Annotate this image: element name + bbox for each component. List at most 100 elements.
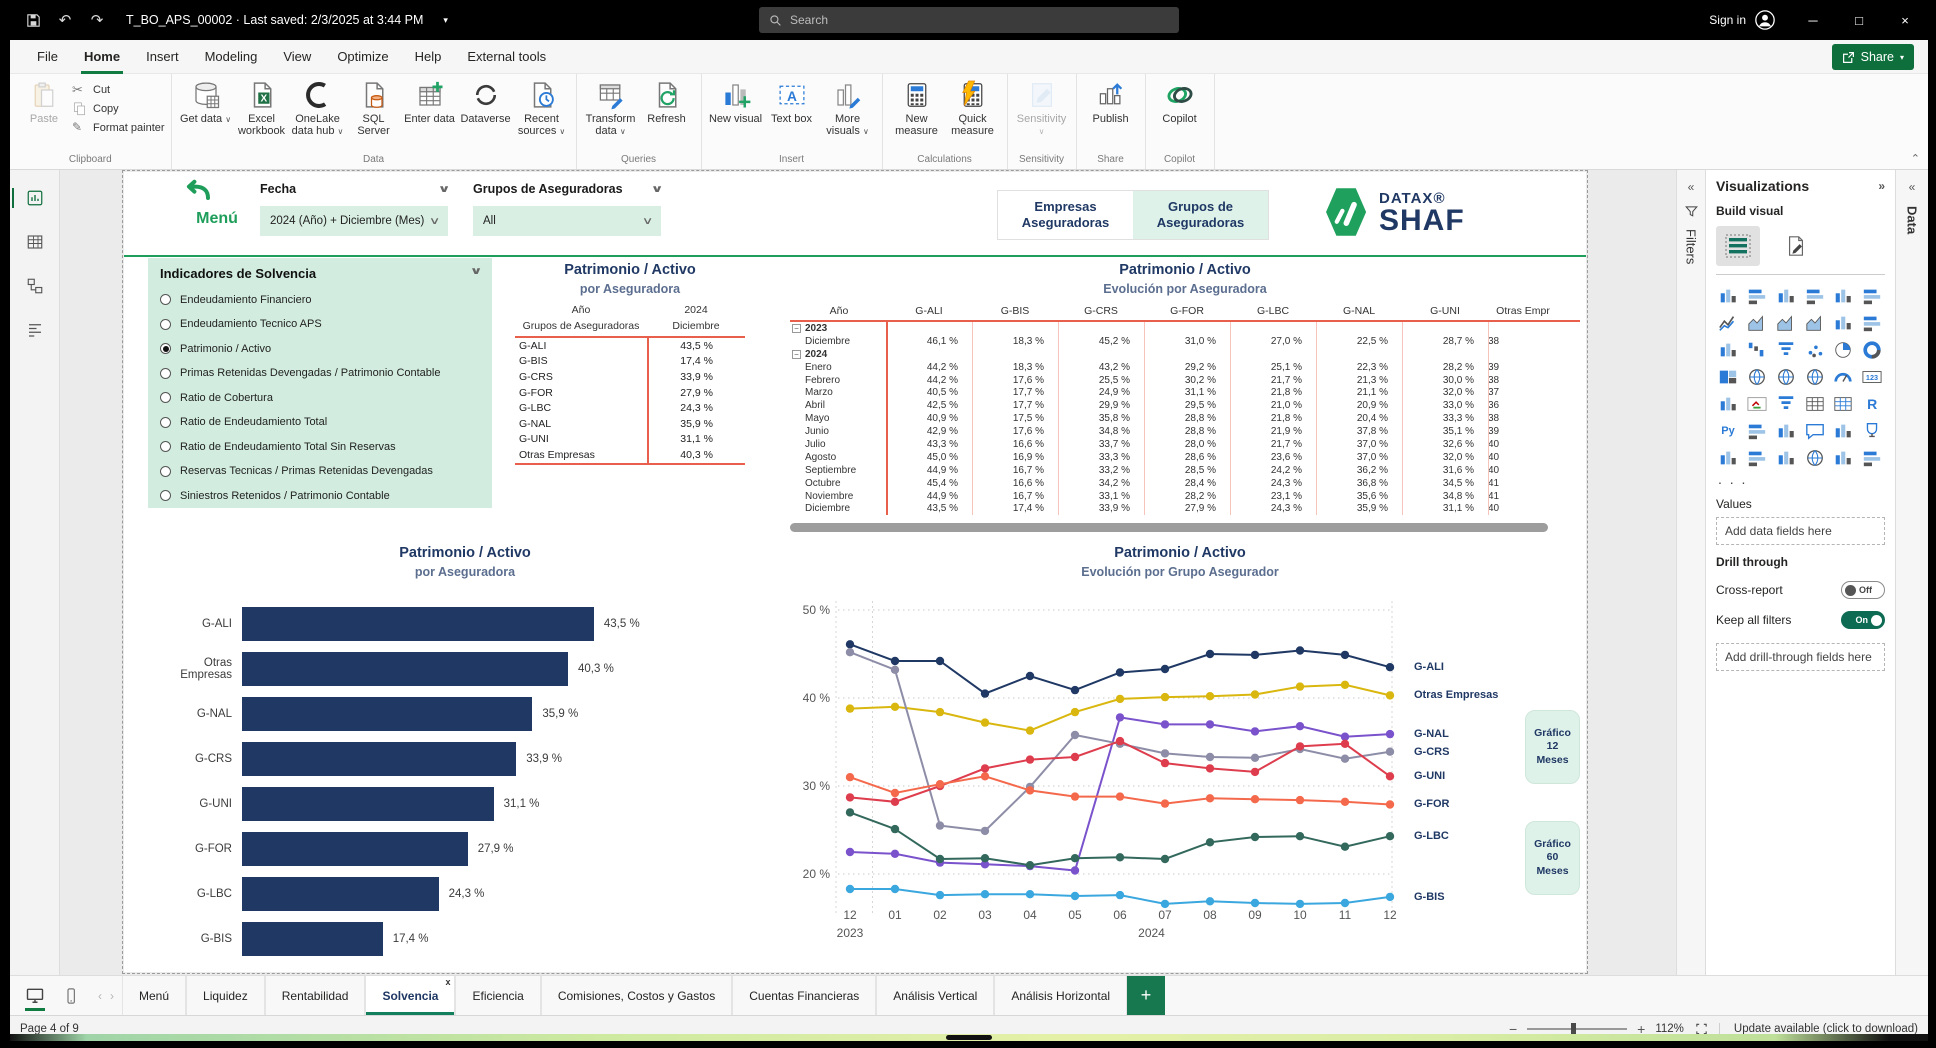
kpi-icon[interactable]: [1745, 393, 1769, 415]
more-visuals-button[interactable]: More visuals ∨: [820, 78, 876, 138]
ribbon-chart-icon[interactable]: [1716, 339, 1740, 361]
menu-tab-help[interactable]: Help: [402, 40, 455, 74]
radio-unselected-icon[interactable]: [160, 294, 171, 305]
summary-table-row[interactable]: G-CRS33,9 %: [515, 369, 745, 385]
clustered-bar-chart-icon[interactable]: [1774, 285, 1798, 307]
collapse-icon[interactable]: −: [792, 324, 801, 333]
page-tab-solvencia[interactable]: Solvenciax: [365, 976, 455, 1015]
transform-data-button[interactable]: Transform data ∨: [583, 78, 639, 138]
text-box-button[interactable]: AText box: [764, 78, 820, 125]
zoom-level[interactable]: 112%: [1655, 1023, 1684, 1035]
matrix-month-row[interactable]: Marzo40,5 %17,7 %24,9 %31,1 %21,8 %21,1 …: [790, 386, 1580, 399]
metrics-icon[interactable]: [1860, 420, 1884, 442]
more-options-icon[interactable]: . . .: [1718, 471, 1885, 487]
chevron-down-icon[interactable]: ∨: [437, 184, 450, 195]
slicer-value-dropdown[interactable]: 2024 (Año) + Diciembre (Mes)∨: [260, 206, 448, 236]
power-apps-icon[interactable]: [1745, 447, 1769, 469]
indicator-option[interactable]: Endeudamiento Financiero: [160, 294, 480, 306]
recent-sources-button[interactable]: Recent sources ∨: [514, 78, 570, 138]
indicator-option[interactable]: Reservas Tecnicas / Primas Retenidas Dev…: [160, 465, 480, 477]
table-icon[interactable]: [1803, 393, 1827, 415]
cross-report-toggle[interactable]: Off: [1841, 581, 1885, 599]
matrix-year-row[interactable]: −2024: [790, 348, 1580, 361]
power-bi-app-icon[interactable]: [1831, 447, 1855, 469]
paginated-report-icon[interactable]: [1716, 447, 1740, 469]
format-visual-tab[interactable]: [1774, 226, 1818, 266]
page-tab-liquidez[interactable]: Liquidez: [186, 976, 265, 1015]
line-chart-visual[interactable]: Patrimonio / Activo Evolución por Grupo …: [780, 545, 1580, 970]
card-icon[interactable]: 123: [1860, 366, 1884, 388]
mobile-layout-icon[interactable]: [58, 983, 84, 1009]
matrix-month-row[interactable]: Septiembre44,9 %16,7 %33,2 %28,5 %24,2 %…: [790, 464, 1580, 477]
summary-table-row[interactable]: G-FOR27,9 %: [515, 385, 745, 401]
chevron-down-icon[interactable]: ∨: [650, 184, 663, 195]
matrix-month-row[interactable]: Febrero44,2 %17,6 %25,5 %30,2 %21,7 %21,…: [790, 374, 1580, 387]
multi-row-card-icon[interactable]: [1716, 393, 1740, 415]
collapse-visualizations-icon[interactable]: »: [1878, 179, 1885, 193]
bar-row-g-nal[interactable]: G-NAL35,9 %: [150, 697, 780, 731]
indicator-option[interactable]: Ratio de Endeudamiento Total Sin Reserva…: [160, 441, 480, 453]
sign-in-link[interactable]: Sign in: [1709, 13, 1746, 27]
collapse-ribbon-icon[interactable]: ⌃: [1911, 152, 1920, 165]
chevron-down-icon[interactable]: ∨: [469, 266, 482, 281]
radio-unselected-icon[interactable]: [160, 466, 171, 477]
donut-chart-icon[interactable]: [1860, 339, 1884, 361]
bar[interactable]: [242, 697, 532, 731]
treemap-icon[interactable]: [1716, 366, 1740, 388]
excel-workbook-button[interactable]: XExcel workbook: [234, 78, 290, 138]
scatter-chart-icon[interactable]: [1803, 339, 1827, 361]
menu-tab-file[interactable]: File: [24, 40, 71, 74]
slicer-fecha[interactable]: Fecha∨2024 (Año) + Diciembre (Mes)∨: [260, 182, 448, 236]
gauge-icon[interactable]: [1831, 366, 1855, 388]
save-icon[interactable]: [24, 11, 42, 29]
toggle-grupos-de-aseguradoras[interactable]: Grupos de Aseguradoras: [1133, 191, 1268, 239]
evolution-matrix-visual[interactable]: Patrimonio / Activo Evolución por Asegur…: [790, 262, 1580, 532]
share-button[interactable]: Share ▾: [1832, 44, 1914, 70]
table-view-icon[interactable]: [20, 228, 50, 256]
quick-measure-button[interactable]: Quick measure: [945, 78, 1001, 138]
matrix-month-row[interactable]: Diciembre43,5 %17,4 %33,9 %27,9 %24,3 %3…: [790, 502, 1580, 515]
map-icon[interactable]: [1745, 366, 1769, 388]
summary-table-row[interactable]: G-LBC24,3 %: [515, 400, 745, 416]
bar[interactable]: [242, 652, 568, 686]
page-tab-rentabilidad[interactable]: Rentabilidad: [265, 976, 366, 1015]
key-influencers-icon[interactable]: [1745, 420, 1769, 442]
report-view-icon[interactable]: [20, 184, 50, 212]
stacked-column-chart-icon[interactable]: [1745, 285, 1769, 307]
zoom-slider[interactable]: [1527, 1028, 1627, 1030]
dax-query-view-icon[interactable]: [20, 316, 50, 344]
summary-table-row[interactable]: G-BIS17,4 %: [515, 354, 745, 370]
matrix-month-row[interactable]: Junio42,9 %17,6 %34,8 %28,8 %21,9 %37,8 …: [790, 425, 1580, 438]
line-and-clustered-column-chart-icon[interactable]: [1860, 312, 1884, 334]
indicator-option[interactable]: Primas Retenidas Devengadas / Patrimonio…: [160, 367, 480, 379]
stacked-area-chart-icon[interactable]: [1774, 312, 1798, 334]
summary-table-row[interactable]: G-NAL35,9 %: [515, 416, 745, 432]
indicator-option[interactable]: Ratio de Cobertura: [160, 392, 480, 404]
desktop-layout-icon[interactable]: [22, 983, 48, 1009]
line-and-stacked-column-chart-icon[interactable]: [1831, 312, 1855, 334]
matrix-month-row[interactable]: Diciembre46,1 %18,3 %45,2 %31,0 %27,0 %2…: [790, 335, 1580, 348]
r-script-visual-icon[interactable]: R: [1860, 393, 1884, 415]
refresh-button[interactable]: Refresh: [639, 78, 695, 125]
close-tab-icon[interactable]: x: [445, 977, 450, 987]
funnel-chart-icon[interactable]: [1774, 339, 1798, 361]
indicator-option[interactable]: Siniestros Retenidos / Patrimonio Contab…: [160, 490, 480, 502]
arcgis-map-icon[interactable]: [1803, 447, 1827, 469]
decomposition-tree-icon[interactable]: [1774, 420, 1798, 442]
slicer-value-dropdown[interactable]: All∨: [473, 206, 661, 236]
q-and-a-icon[interactable]: [1803, 420, 1827, 442]
radio-unselected-icon[interactable]: [160, 441, 171, 452]
azure-map-icon[interactable]: [1803, 366, 1827, 388]
account-avatar[interactable]: [1754, 9, 1776, 31]
indicator-option[interactable]: Ratio de Endeudamiento Total: [160, 416, 480, 428]
new-visual-button[interactable]: New visual: [708, 78, 764, 125]
report-page[interactable]: Menú Fecha∨2024 (Año) + Diciembre (Mes)∨…: [124, 172, 1586, 972]
area-chart-icon[interactable]: [1745, 312, 1769, 334]
100-stacked-column-chart-icon[interactable]: [1860, 285, 1884, 307]
matrix-month-row[interactable]: Mayo40,9 %17,5 %35,8 %28,8 %21,8 %20,4 %…: [790, 412, 1580, 425]
model-view-icon[interactable]: [20, 272, 50, 300]
python-visual-icon[interactable]: Py: [1716, 420, 1740, 442]
bar-row-g-lbc[interactable]: G-LBC24,3 %: [150, 877, 780, 911]
slicer-grupos[interactable]: Grupos de Aseguradoras∨All∨: [473, 182, 661, 236]
matrix-month-row[interactable]: Abril42,5 %17,7 %29,9 %29,5 %21,0 %20,9 …: [790, 399, 1580, 412]
